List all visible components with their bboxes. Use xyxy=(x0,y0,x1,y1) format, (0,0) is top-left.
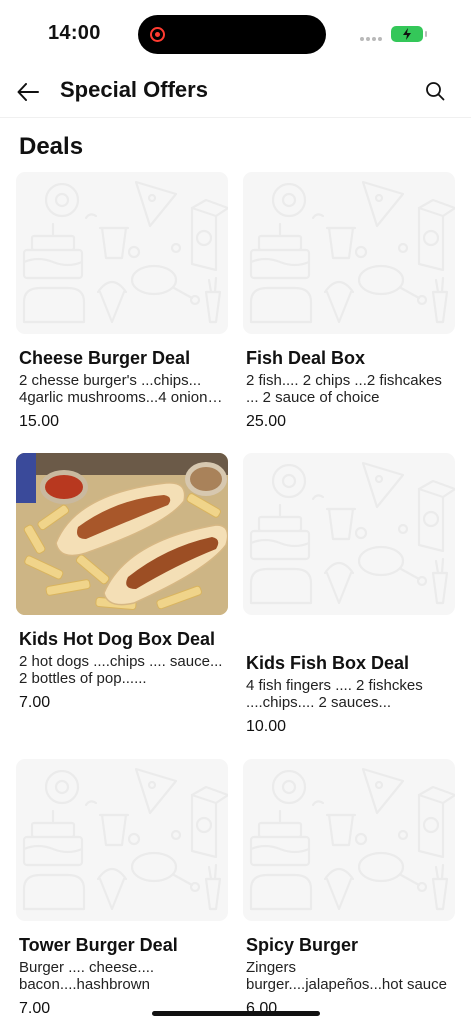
deal-image-placeholder xyxy=(243,172,455,334)
deal-card-tower-burger[interactable]: Tower Burger Deal Burger .... cheese....… xyxy=(16,759,228,1021)
deal-description: 2 chesse burger's ...chips... 4garlic mu… xyxy=(19,372,208,406)
recording-icon xyxy=(150,27,165,42)
section-title: Deals xyxy=(19,133,84,160)
deal-description: Zingers burger....jalapeños...hot sauce xyxy=(246,959,447,993)
deal-name: Kids Hot Dog Box Deal xyxy=(19,629,216,649)
deal-name: Fish Deal Box xyxy=(246,348,366,368)
deal-card-kids-fish-box[interactable]: Kids Fish Box Deal 4 fish fingers .... 2… xyxy=(243,453,455,743)
deal-description: 2 fish.... 2 chips ...2 fishcakes ... 2 … xyxy=(246,372,442,406)
deal-image-placeholder xyxy=(243,759,455,921)
hot-dog-box-photo xyxy=(16,453,228,615)
deal-price: 6.00 xyxy=(246,1000,278,1017)
deal-price: 25.00 xyxy=(246,413,287,430)
search-icon xyxy=(426,82,445,101)
dynamic-island xyxy=(138,15,326,54)
deal-price: 15.00 xyxy=(19,413,60,430)
signal-icon xyxy=(360,37,382,41)
deal-price: 7.00 xyxy=(19,694,51,711)
deal-price: 7.00 xyxy=(19,1000,51,1017)
deal-description: Burger .... cheese.... bacon....hashbrow… xyxy=(19,959,155,993)
arrow-left-icon xyxy=(17,83,39,101)
deal-price: 10.00 xyxy=(246,718,287,735)
deal-name: Spicy Burger xyxy=(246,935,359,955)
status-time: 14:00 xyxy=(48,22,101,44)
deal-image-placeholder xyxy=(243,453,455,615)
deal-card-fish-box[interactable]: Fish Deal Box 2 fish.... 2 chips ...2 fi… xyxy=(243,172,455,437)
page-title: Special Offers xyxy=(60,77,208,102)
deal-description: 2 hot dogs ....chips .... sauce... 2 bot… xyxy=(19,653,223,687)
battery-charging-icon xyxy=(391,26,427,42)
deal-name: Kids Fish Box Deal xyxy=(246,653,410,673)
deal-card-kids-hot-dog[interactable]: Kids Hot Dog Box Deal 2 hot dogs ....chi… xyxy=(16,453,228,743)
deal-image-placeholder xyxy=(16,172,228,334)
deal-description: 4 fish fingers .... 2 fishckes ....chips… xyxy=(246,677,423,711)
deal-card-cheese-burger[interactable]: Cheese Burger Deal 2 chesse burger's ...… xyxy=(16,172,228,437)
search-button[interactable] xyxy=(422,78,448,104)
deal-image-placeholder xyxy=(16,759,228,921)
app-header: Special Offers xyxy=(0,66,471,118)
deal-name: Cheese Burger Deal xyxy=(19,348,191,368)
home-indicator[interactable] xyxy=(152,1011,320,1016)
back-button[interactable] xyxy=(14,78,42,106)
status-bar: 14:00 xyxy=(0,0,471,66)
deal-name: Tower Burger Deal xyxy=(19,935,178,955)
deal-card-spicy-burger[interactable]: Spicy Burger Zingers burger....jalapeños… xyxy=(243,759,455,1021)
